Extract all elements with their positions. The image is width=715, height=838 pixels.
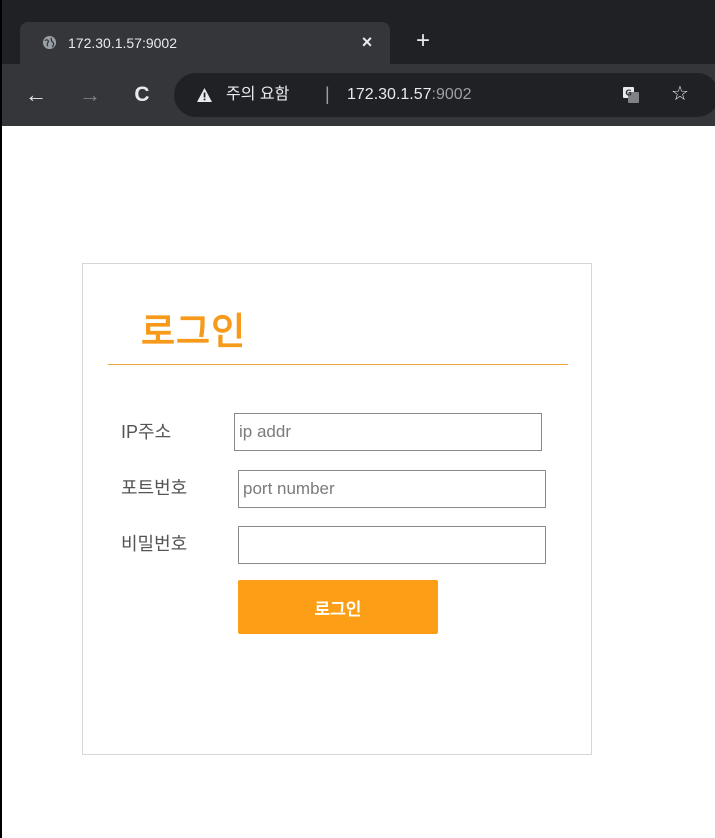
- address-separator: |: [325, 84, 330, 104]
- security-warning-text[interactable]: 주의 요함: [226, 85, 289, 105]
- browser-toolbar: ← → C 주의 요함 | 172.30.1.57:9002 G ☆: [2, 64, 715, 126]
- port-input[interactable]: [238, 470, 546, 508]
- login-title: 로그인: [141, 311, 247, 352]
- ip-label: IP주소: [121, 422, 172, 442]
- bookmark-star-icon[interactable]: ☆: [671, 83, 689, 105]
- translate-icon[interactable]: G: [622, 86, 640, 104]
- url-host: 172.30.1.57: [347, 86, 432, 103]
- browser-tab[interactable]: 172.30.1.57:9002 ×: [20, 22, 390, 64]
- title-divider: [108, 364, 568, 365]
- reload-icon[interactable]: C: [130, 83, 154, 107]
- login-panel: 로그인 IP주소 포트번호 비밀번호 로그인: [82, 263, 592, 755]
- warning-icon: [197, 88, 212, 102]
- forward-icon[interactable]: →: [78, 83, 102, 107]
- new-tab-icon[interactable]: +: [410, 29, 436, 55]
- back-icon[interactable]: ←: [24, 83, 48, 107]
- url-text: 172.30.1.57:9002: [347, 85, 472, 105]
- globe-icon: [42, 35, 57, 50]
- login-button[interactable]: 로그인: [238, 580, 438, 634]
- address-bar[interactable]: 주의 요함 | 172.30.1.57:9002 G ☆: [174, 73, 715, 117]
- url-port: :9002: [431, 86, 472, 103]
- password-input[interactable]: [238, 526, 546, 564]
- password-label: 비밀번호: [121, 534, 188, 554]
- ip-input[interactable]: [234, 413, 542, 451]
- svg-text:G: G: [625, 89, 632, 98]
- tab-title: 172.30.1.57:9002: [68, 35, 177, 51]
- port-label: 포트번호: [121, 478, 188, 498]
- close-tab-icon[interactable]: ×: [357, 32, 377, 52]
- browser-tabstrip: 172.30.1.57:9002 × +: [2, 0, 715, 64]
